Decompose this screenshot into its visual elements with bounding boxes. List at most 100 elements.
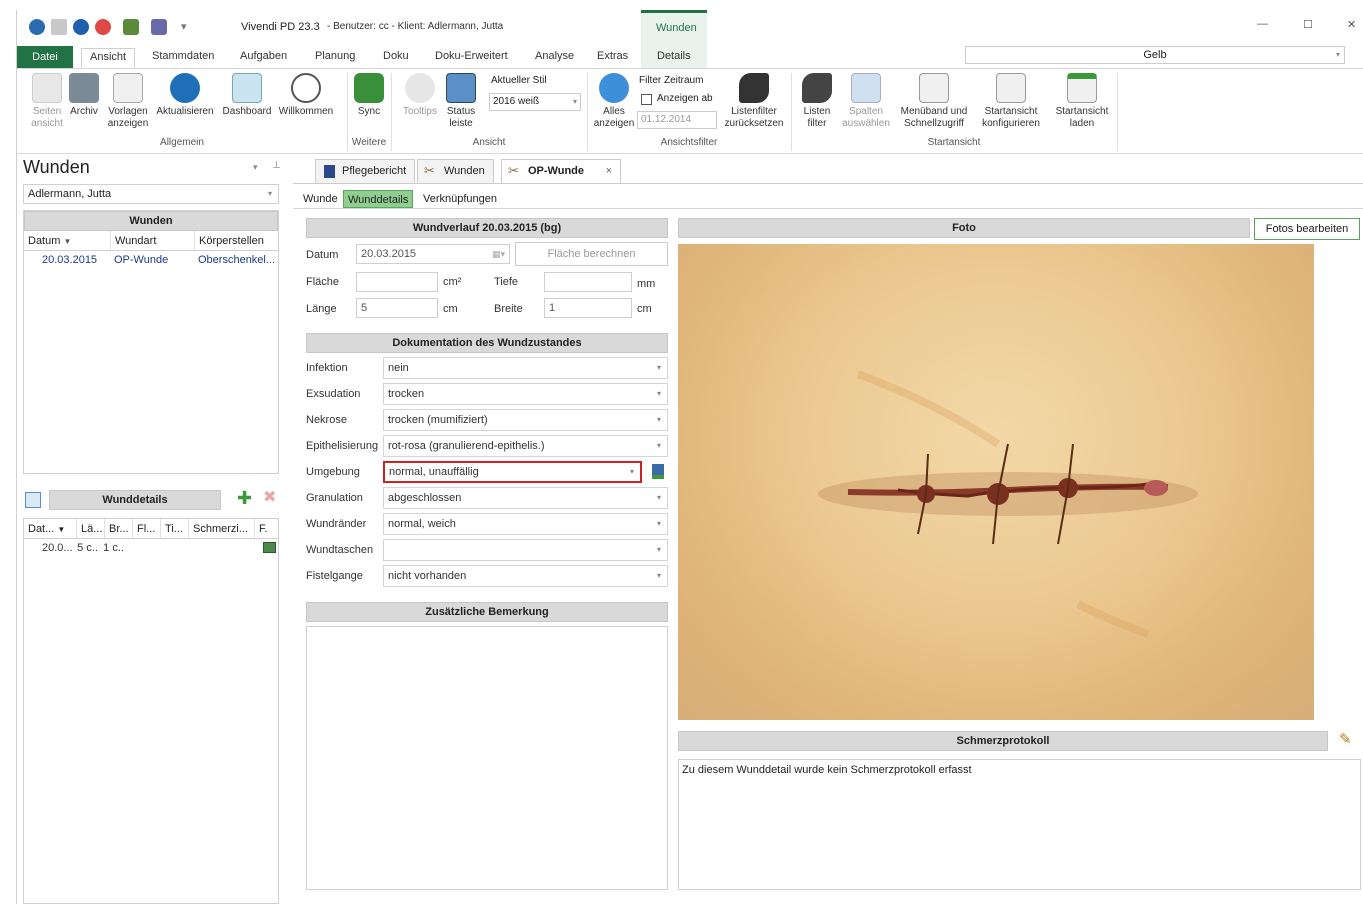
wundraender-label: Wundränder bbox=[306, 518, 367, 530]
people-icon[interactable] bbox=[123, 19, 139, 35]
people-down-icon[interactable] bbox=[151, 19, 167, 35]
report-icon bbox=[324, 165, 335, 178]
calendar-icon[interactable]: ▦▾ bbox=[492, 245, 505, 263]
fotos-bearbeiten-button[interactable]: Fotos bearbeiten bbox=[1254, 218, 1360, 240]
globe-icon bbox=[599, 73, 629, 103]
tiefe-field[interactable] bbox=[544, 272, 632, 292]
subtab-verknuepfungen[interactable]: Verknüpfungen bbox=[419, 190, 501, 208]
chevron-down-icon: ▾ bbox=[656, 545, 661, 554]
stil-select[interactable]: 2016 weiß ▾ bbox=[489, 93, 581, 111]
breite-field[interactable]: 1 bbox=[544, 298, 632, 318]
col-foto[interactable]: F. bbox=[254, 519, 278, 538]
infektion-select[interactable]: nein ▾ bbox=[383, 357, 668, 379]
pencil-icon[interactable]: ✎ bbox=[1339, 732, 1352, 748]
grid-view-icon[interactable] bbox=[25, 492, 41, 508]
close-button[interactable]: ✕ bbox=[1347, 18, 1356, 31]
tab-stammdaten[interactable]: Stammdaten bbox=[152, 48, 214, 68]
datum-label: Datum bbox=[306, 249, 339, 261]
nekrose-select[interactable]: trocken (mumifiziert) ▾ bbox=[383, 409, 668, 431]
listen-filter-button[interactable]: Listen filter bbox=[799, 73, 835, 130]
breite-unit: cm bbox=[637, 303, 652, 315]
col-datum[interactable]: Dat... ▼ bbox=[24, 519, 76, 538]
wundtaschen-select[interactable]: ▾ bbox=[383, 539, 668, 561]
dashboard-button[interactable]: Dashboard bbox=[219, 73, 275, 118]
spalten-button[interactable]: Spalten auswählen bbox=[839, 73, 893, 130]
menueband-button[interactable]: Menüband und Schnellzugriff bbox=[895, 73, 973, 130]
wundraender-select[interactable]: normal, weich ▾ bbox=[383, 513, 668, 535]
tab-aufgaben[interactable]: Aufgaben bbox=[240, 48, 287, 68]
startansicht-laden-button[interactable]: Startansicht laden bbox=[1051, 73, 1113, 130]
aktualisieren-button[interactable]: Aktualisieren bbox=[153, 73, 217, 118]
col-schmerz[interactable]: Schmerzi... bbox=[188, 519, 254, 538]
table-row[interactable]: 20.0... 5 c... 1 c... bbox=[24, 539, 278, 557]
globe-icon[interactable] bbox=[73, 19, 89, 35]
alles-anzeigen-button[interactable]: Alles anzeigen bbox=[591, 73, 637, 130]
bemerkung-textarea[interactable] bbox=[306, 626, 668, 890]
flaeche-field[interactable] bbox=[356, 272, 438, 292]
epithelisierung-select[interactable]: rot-rosa (granulierend-epithelis.) ▾ bbox=[383, 435, 668, 457]
tooltips-button[interactable]: Tooltips bbox=[399, 73, 441, 118]
startansicht-konfigurieren-button[interactable]: Startansicht konfigurieren bbox=[975, 73, 1047, 130]
tooltips-label: Tooltips bbox=[403, 106, 437, 117]
title-bar: ▾ Vivendi PD 23.3 - Benutzer: cc - Klien… bbox=[17, 10, 1363, 44]
tab-details[interactable]: Details bbox=[657, 48, 691, 68]
maximize-button[interactable]: ☐ bbox=[1303, 18, 1313, 31]
tab-pflegebericht[interactable]: Pflegebericht bbox=[315, 159, 416, 183]
umgebung-select[interactable]: normal, unauffällig ▾ bbox=[383, 461, 642, 483]
granulation-select[interactable]: abgeschlossen ▾ bbox=[383, 487, 668, 509]
flaeche-label: Fläche bbox=[306, 276, 340, 288]
tab-analyse[interactable]: Analyse bbox=[535, 48, 574, 68]
tab-doku[interactable]: Doku bbox=[383, 48, 409, 68]
columns-icon bbox=[851, 73, 881, 103]
tiefe-unit: mm bbox=[637, 278, 656, 290]
col-laenge[interactable]: Lä... bbox=[76, 519, 104, 538]
sync-label: Sync bbox=[357, 106, 381, 117]
col-breite[interactable]: Br... bbox=[104, 519, 132, 538]
laenge-field[interactable]: 5 bbox=[356, 298, 438, 318]
tab-datei[interactable]: Datei bbox=[17, 46, 73, 68]
sync-button[interactable]: Sync bbox=[351, 73, 387, 118]
flaeche-berechnen-button[interactable]: Fläche berechnen bbox=[515, 242, 668, 266]
tab-doku-erweitert[interactable]: Doku-Erweitert bbox=[435, 48, 508, 68]
date-field[interactable]: 01.12.2014 bbox=[637, 111, 717, 129]
datum-field[interactable]: 20.03.2015 ▦▾ bbox=[356, 244, 510, 264]
willkommen-button[interactable]: Willkommen bbox=[275, 73, 337, 118]
tab-planung[interactable]: Planung bbox=[315, 48, 355, 68]
document-icon[interactable] bbox=[51, 19, 67, 35]
table-row[interactable]: 20.03.2015 OP-Wunde Oberschenkel... bbox=[24, 251, 278, 269]
col-datum-label: Dat... bbox=[28, 523, 55, 535]
subtab-wunddetails[interactable]: Wunddetails bbox=[343, 190, 414, 208]
bandage-icon: ✂ bbox=[424, 163, 435, 178]
delete-icon[interactable]: ✖ bbox=[263, 489, 276, 507]
col-datum[interactable]: Datum ▼ bbox=[24, 231, 110, 250]
vorlagen-button[interactable]: Vorlagen anzeigen bbox=[105, 73, 151, 130]
listenfilter-reset-button[interactable]: Listenfilter zurücksetzen bbox=[721, 73, 787, 130]
schmerzprotokoll-text: Zu diesem Wunddetail wurde kein Schmerzp… bbox=[682, 764, 972, 776]
add-icon[interactable] bbox=[95, 19, 111, 35]
statusleiste-button[interactable]: Status leiste bbox=[443, 73, 479, 130]
close-tab-icon[interactable]: × bbox=[606, 160, 612, 182]
col-koerperstellen[interactable]: Körperstellen bbox=[194, 231, 278, 250]
save-icon[interactable] bbox=[652, 464, 664, 479]
col-flaeche[interactable]: Fl... bbox=[132, 519, 160, 538]
seiten-ansicht-button[interactable]: Seiten ansicht bbox=[27, 73, 67, 130]
fistelgange-select[interactable]: nicht vorhanden ▾ bbox=[383, 565, 668, 587]
tab-wunden[interactable]: ✂ Wunden bbox=[417, 159, 494, 183]
add-icon[interactable]: ✚ bbox=[237, 489, 252, 507]
tab-extras[interactable]: Extras bbox=[597, 48, 628, 68]
subtab-wunde[interactable]: Wunde bbox=[299, 190, 342, 208]
minimize-button[interactable]: — bbox=[1257, 18, 1268, 30]
pin-icon[interactable]: ⊥ bbox=[272, 160, 281, 171]
tab-op-wunde[interactable]: ✂ OP-Wunde × bbox=[501, 159, 621, 183]
client-select[interactable]: Adlermann, Jutta ▾ bbox=[23, 184, 279, 204]
exsudation-select[interactable]: trocken ▾ bbox=[383, 383, 668, 405]
col-wundart[interactable]: Wundart bbox=[110, 231, 194, 250]
archiv-button[interactable]: Archiv bbox=[67, 73, 101, 118]
panel-menu-icon[interactable]: ▾ bbox=[253, 162, 258, 173]
style-select[interactable]: Gelb ▾ bbox=[965, 46, 1345, 64]
quickaccess-chevron-icon[interactable]: ▾ bbox=[181, 20, 187, 33]
anzeigen-ab-checkbox[interactable] bbox=[641, 94, 652, 105]
col-tiefe[interactable]: Ti... bbox=[160, 519, 188, 538]
group-weitere-label: Weitere bbox=[351, 137, 387, 148]
tab-ansicht[interactable]: Ansicht bbox=[81, 48, 136, 68]
